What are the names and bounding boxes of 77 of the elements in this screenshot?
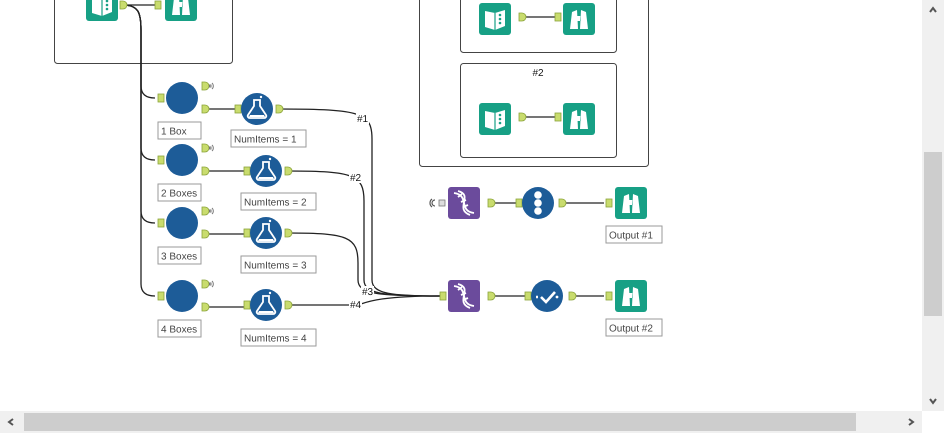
output-anchor[interactable] bbox=[202, 144, 210, 152]
tool-label: 2 Boxes bbox=[158, 184, 202, 202]
binoculars-tool-icon[interactable] bbox=[563, 3, 595, 35]
book-tool-icon[interactable] bbox=[479, 3, 511, 35]
input-anchor[interactable] bbox=[158, 94, 164, 102]
input-anchor[interactable] bbox=[606, 292, 612, 300]
output-anchor[interactable] bbox=[518, 112, 526, 122]
tool-label: Output #2 bbox=[606, 318, 662, 336]
circle-tool-icon[interactable] bbox=[166, 82, 198, 114]
input-anchor[interactable] bbox=[158, 156, 164, 164]
input-anchor[interactable] bbox=[158, 292, 164, 300]
wireless-icon bbox=[429, 198, 446, 208]
input-anchor[interactable] bbox=[158, 218, 164, 228]
input-anchor[interactable] bbox=[440, 292, 446, 300]
output-anchor[interactable] bbox=[120, 0, 128, 10]
flask-tool-icon[interactable] bbox=[250, 217, 282, 249]
output-anchor[interactable] bbox=[488, 292, 496, 300]
check-tool-icon[interactable] bbox=[531, 280, 563, 312]
output-anchor[interactable] bbox=[202, 206, 210, 216]
signal-icon bbox=[209, 208, 214, 214]
output-anchor[interactable] bbox=[518, 12, 526, 22]
tool-label: NumItems = 4 bbox=[240, 328, 316, 346]
binoculars-tool-icon[interactable] bbox=[615, 187, 647, 219]
flask-tool-icon[interactable] bbox=[241, 93, 273, 125]
input-anchor[interactable] bbox=[244, 300, 250, 310]
tool-label: Output #1 bbox=[606, 226, 662, 244]
output-anchor[interactable] bbox=[276, 104, 284, 114]
scroll-thumb[interactable] bbox=[24, 413, 856, 431]
dna-tool-icon[interactable] bbox=[448, 280, 480, 312]
output-anchor[interactable] bbox=[202, 104, 210, 114]
circle-tool-icon[interactable] bbox=[166, 280, 198, 312]
tool-label: 3 Boxes bbox=[158, 246, 202, 264]
flask-tool-icon[interactable] bbox=[250, 155, 282, 187]
book-tool-icon[interactable] bbox=[86, 0, 118, 21]
output-anchor[interactable] bbox=[488, 198, 496, 208]
connection-label: #1 bbox=[357, 114, 368, 125]
tool-label: NumItems = 2 bbox=[240, 192, 316, 210]
book-tool-icon[interactable] bbox=[479, 103, 511, 135]
output-anchor[interactable] bbox=[202, 166, 210, 176]
connection-label: #3 bbox=[362, 287, 374, 298]
scroll-thumb[interactable] bbox=[924, 152, 942, 316]
input-anchor[interactable] bbox=[554, 12, 562, 22]
output-anchor[interactable] bbox=[202, 302, 210, 312]
tool-label: NumItems = 1 bbox=[230, 130, 306, 148]
output-anchor[interactable] bbox=[202, 280, 210, 288]
input-anchor[interactable] bbox=[554, 112, 562, 122]
binoculars-tool-icon[interactable] bbox=[615, 280, 647, 312]
tool-label: 1 Box bbox=[158, 122, 202, 140]
binoculars-tool-icon[interactable] bbox=[165, 0, 197, 21]
input-anchor[interactable] bbox=[606, 198, 612, 208]
container-title: #2 bbox=[532, 68, 544, 79]
output-anchor[interactable] bbox=[558, 198, 566, 208]
signal-icon bbox=[209, 144, 214, 152]
output-anchor[interactable] bbox=[202, 230, 210, 238]
output-anchor[interactable] bbox=[202, 82, 210, 90]
input-anchor[interactable] bbox=[516, 198, 522, 208]
flask-tool-icon[interactable] bbox=[250, 289, 282, 321]
input-anchor[interactable] bbox=[244, 166, 250, 176]
output-anchor[interactable] bbox=[284, 166, 292, 176]
output-anchor[interactable] bbox=[284, 228, 292, 238]
signal-icon bbox=[209, 280, 214, 288]
connection-label: #2 bbox=[350, 173, 362, 184]
signal-icon bbox=[209, 82, 214, 90]
dna-tool-icon[interactable] bbox=[448, 187, 480, 219]
tool-label: 4 Boxes bbox=[158, 320, 202, 338]
numbered-list-icon[interactable] bbox=[522, 187, 554, 219]
input-anchor[interactable] bbox=[524, 292, 532, 300]
input-anchor[interactable] bbox=[154, 0, 162, 10]
circle-tool-icon[interactable] bbox=[166, 144, 198, 176]
input-anchor[interactable] bbox=[234, 104, 242, 114]
connection-label: #4 bbox=[350, 300, 362, 311]
output-anchor[interactable] bbox=[284, 300, 292, 310]
binoculars-tool-icon[interactable] bbox=[563, 103, 595, 135]
output-anchor[interactable] bbox=[568, 292, 576, 300]
input-anchor[interactable] bbox=[244, 228, 250, 238]
tool-label: NumItems = 3 bbox=[240, 256, 316, 274]
circle-tool-icon[interactable] bbox=[166, 207, 198, 239]
